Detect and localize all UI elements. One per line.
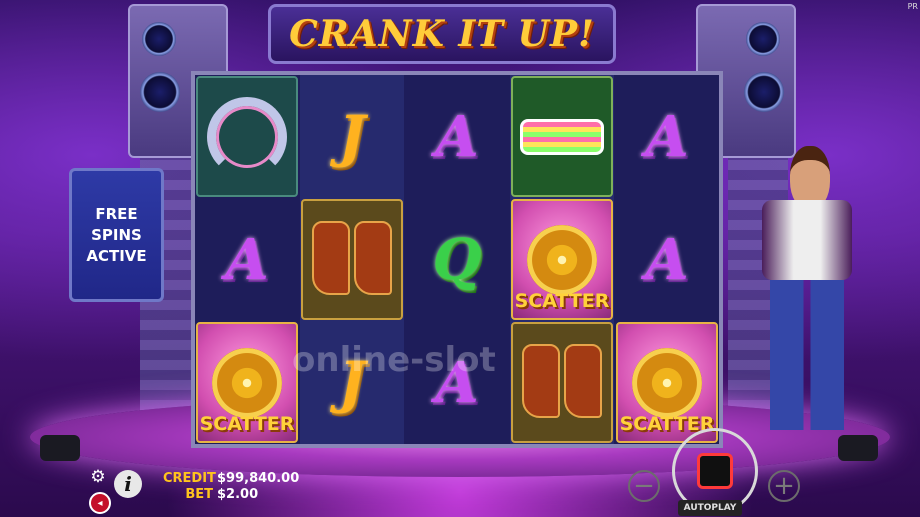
- letter-a-symbol: A: [225, 226, 269, 293]
- vinyl-disc-icon: [632, 347, 702, 418]
- reel-2: JJ: [300, 75, 404, 444]
- boot-icon: [564, 343, 602, 418]
- boot-icon: [354, 220, 392, 295]
- credit-label: CREDIT: [163, 471, 216, 486]
- autoplay-button[interactable]: AUTOPLAY: [678, 500, 742, 516]
- boot-icon: [312, 220, 350, 295]
- reel-cell: [510, 321, 614, 444]
- dj-legs: [770, 280, 844, 430]
- free-spins-active-panel: FREE SPINS ACTIVE: [69, 168, 164, 302]
- settings-gear-icon[interactable]: ⚙: [89, 467, 107, 487]
- free-spins-line-1: FREE: [95, 204, 138, 223]
- reel-grid: A SCATTER J J A Q A SCATTER A A SCATTER: [191, 71, 723, 448]
- reel-cell: A: [405, 75, 509, 198]
- boots-icon: [520, 343, 604, 422]
- reel-3: AQA: [405, 75, 509, 444]
- info-button[interactable]: i: [114, 470, 142, 498]
- brand-logo: PR: [907, 2, 918, 11]
- vinyl-disc-icon: [527, 224, 597, 295]
- stage-light: [40, 435, 80, 461]
- watermark: online-slot: [292, 340, 496, 380]
- credit-value: $99,840.00: [217, 471, 300, 486]
- letter-a-symbol: A: [645, 226, 689, 293]
- reel-1: A SCATTER: [195, 75, 299, 444]
- scatter-symbol: SCATTER: [511, 199, 613, 320]
- boots-icon: [310, 220, 394, 299]
- reel-cell: SCATTER: [510, 198, 614, 321]
- headphones-icon: [207, 96, 287, 177]
- free-spins-line-2: SPINS: [91, 225, 142, 244]
- headphones-symbol: [196, 76, 298, 197]
- letter-a-symbol: A: [435, 103, 479, 170]
- reel-cell: A: [615, 198, 719, 321]
- increase-bet-button[interactable]: +: [768, 470, 800, 502]
- dj-character: [742, 142, 872, 442]
- reel-cell: [510, 75, 614, 198]
- bet-value: $2.00: [217, 487, 259, 502]
- letter-a-symbol: A: [645, 103, 689, 170]
- reel-cell: SCATTER: [615, 321, 719, 444]
- letter-q-symbol: Q: [432, 226, 482, 293]
- glasses-symbol: [511, 76, 613, 197]
- scatter-symbol: SCATTER: [196, 322, 298, 443]
- boots-symbol: [301, 199, 403, 320]
- game-title: CRANK IT UP!: [268, 4, 616, 64]
- letter-j-symbol: J: [338, 103, 366, 170]
- reel-cell: J: [300, 75, 404, 198]
- vinyl-disc-icon: [212, 347, 282, 418]
- stage-light: [838, 435, 878, 461]
- speaker-cone: [140, 72, 180, 112]
- reel-cell: [195, 75, 299, 198]
- scatter-label: SCATTER: [514, 290, 610, 312]
- speaker-cone: [744, 72, 784, 112]
- info-icon: i: [124, 472, 132, 496]
- free-spins-line-3: ACTIVE: [86, 246, 147, 265]
- reel-cell: SCATTER: [195, 321, 299, 444]
- shutter-glasses-icon: [520, 118, 604, 155]
- decrease-bet-button[interactable]: −: [628, 470, 660, 502]
- dj-torso: [762, 200, 852, 280]
- bet-label: BET: [185, 487, 213, 502]
- boot-icon: [522, 343, 560, 418]
- reel-cell: Q: [405, 198, 509, 321]
- reel-5: A A SCATTER: [615, 75, 719, 444]
- reel-4: SCATTER: [510, 75, 614, 444]
- speaker-cone: [746, 22, 780, 56]
- scatter-symbol: SCATTER: [616, 322, 718, 443]
- reel-cell: A: [615, 75, 719, 198]
- sound-toggle-icon[interactable]: ◂: [89, 492, 111, 514]
- reel-cell: A: [195, 198, 299, 321]
- balance-display: CREDIT$99,840.00 BET $2.00: [163, 471, 299, 503]
- speaker-cone: [142, 22, 176, 56]
- reel-cell: [300, 198, 404, 321]
- stop-icon: [697, 453, 733, 489]
- boots-symbol: [511, 322, 613, 443]
- scatter-label: SCATTER: [199, 413, 295, 435]
